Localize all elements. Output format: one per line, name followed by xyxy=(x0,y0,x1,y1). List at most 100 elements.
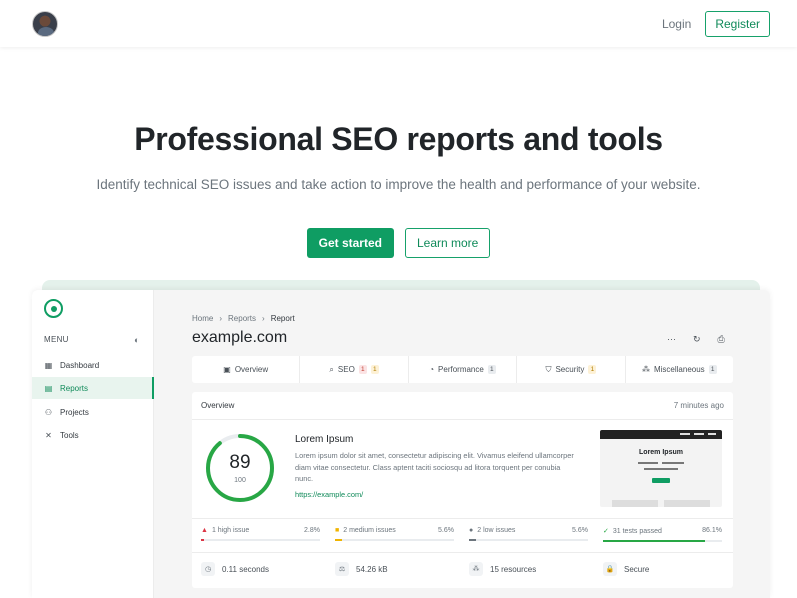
learn-more-button[interactable]: Learn more xyxy=(404,228,491,258)
sidebar: MENU ◐ ▦ Dashboard ▤ Reports ⚇ Projects … xyxy=(32,290,154,598)
tab-overview[interactable]: ▣ Overview xyxy=(192,356,301,383)
stat-high-issues[interactable]: ▲ 1 high issue 2.8% xyxy=(201,527,320,541)
score-value: 89 xyxy=(229,452,251,473)
stat-low-issues[interactable]: ● 2 low issues 5.6% xyxy=(469,527,588,541)
menu-title: MENU xyxy=(44,335,69,344)
stat-bar-fill xyxy=(469,539,476,541)
check-icon: ✓ xyxy=(603,528,609,535)
issue-badge: 1 xyxy=(588,365,597,374)
breadcrumb-home[interactable]: Home xyxy=(192,314,213,323)
lock-icon: 🔒 xyxy=(603,562,617,576)
sidebar-item-reports[interactable]: ▤ Reports xyxy=(32,377,154,399)
card-timestamp: 7 minutes ago xyxy=(673,401,724,410)
score-gauge: 89 100 xyxy=(204,432,276,504)
stat-bar-fill xyxy=(201,539,205,541)
issue-badge: 1 xyxy=(370,365,379,374)
top-navbar: Login Register xyxy=(0,0,797,47)
page-title: example.com xyxy=(192,329,288,346)
metric-load-time: ◷ 0.11 seconds xyxy=(201,562,269,576)
divider xyxy=(192,552,733,553)
sidebar-item-label: Tools xyxy=(60,430,79,440)
issue-badge: 1 xyxy=(708,365,717,374)
site-description: Lorem ipsum dolor sit amet, consectetur … xyxy=(295,451,574,483)
grid-icon: ▦ xyxy=(44,360,53,370)
tab-label: Performance xyxy=(438,365,484,374)
sidebar-item-label: Reports xyxy=(60,383,89,393)
site-thumbnail[interactable]: Lorem Ipsum xyxy=(600,430,722,507)
app-preview: MENU ◐ ▦ Dashboard ▤ Reports ⚇ Projects … xyxy=(32,290,770,598)
sidebar-item-projects[interactable]: ⚇ Projects xyxy=(32,401,154,423)
print-icon[interactable]: ⎙ xyxy=(718,334,725,345)
stat-label: 1 high issue xyxy=(211,527,250,534)
stat-tests-passed[interactable]: ✓ 31 tests passed 86.1% xyxy=(603,527,722,542)
stat-percent: 86.1% xyxy=(702,527,722,534)
gauge-icon: ◔ xyxy=(429,365,435,374)
tab-label: Security xyxy=(555,365,585,374)
metric-label: 0.11 seconds xyxy=(222,564,269,574)
weight-icon: ⚖ xyxy=(335,562,349,576)
thumbnail-navbar xyxy=(600,430,722,439)
report-tabs: ▣ Overview ⌕ SEO 1 1 ◔ Performance 1 ⛉ S… xyxy=(192,356,733,383)
resources-icon: ⁂ xyxy=(469,562,483,576)
misc-icon: ⁂ xyxy=(641,365,650,374)
chevron-right-icon: › xyxy=(219,314,223,323)
metric-label: 54.26 kB xyxy=(356,564,388,574)
thumbnail-title: Lorem Ipsum xyxy=(639,449,683,456)
breadcrumb: Home › Reports › Report xyxy=(192,314,295,323)
report-actions: ··· ↻ ⎙ xyxy=(667,334,725,345)
report-icon: ▤ xyxy=(44,383,53,393)
shield-icon: ⛉ xyxy=(545,364,552,374)
metric-security: 🔒 Secure xyxy=(603,562,649,576)
tools-icon: ✕ xyxy=(45,430,52,440)
stat-bar xyxy=(335,539,454,541)
metric-page-size: ⚖ 54.26 kB xyxy=(335,562,388,576)
stat-bar xyxy=(201,539,320,541)
logo-icon[interactable] xyxy=(44,299,63,318)
hero-title: Professional SEO reports and tools xyxy=(134,121,663,157)
thumbnail-button xyxy=(652,478,670,483)
login-link[interactable]: Login xyxy=(662,17,691,31)
sidebar-item-tools[interactable]: ✕ Tools xyxy=(32,424,154,446)
register-button[interactable]: Register xyxy=(705,10,770,37)
divider xyxy=(192,518,733,519)
card-header: Overview xyxy=(201,401,235,410)
stat-bar-fill xyxy=(603,540,706,542)
stat-label: 2 low issues xyxy=(477,527,516,534)
issue-badge: 1 xyxy=(487,365,496,374)
metric-label: 15 resources xyxy=(490,564,537,574)
hero-subtitle: Identify technical SEO issues and take a… xyxy=(96,177,701,192)
site-url-link[interactable]: https://example.com/ xyxy=(295,490,363,499)
stat-percent: 2.8% xyxy=(304,527,320,534)
breadcrumb-reports[interactable]: Reports xyxy=(228,314,256,323)
stat-medium-issues[interactable]: ■ 2 medium issues 5.6% xyxy=(335,527,454,541)
clock-icon: ◷ xyxy=(201,562,215,576)
score-max: 100 xyxy=(234,477,246,484)
metric-resources: ⁂ 15 resources xyxy=(469,562,536,576)
stat-bar-fill xyxy=(335,539,342,541)
projects-icon: ⚇ xyxy=(44,407,53,417)
sidebar-item-dashboard[interactable]: ▦ Dashboard xyxy=(32,354,154,376)
tab-miscellaneous[interactable]: ⁂ Miscellaneous 1 xyxy=(626,356,733,383)
sidebar-item-label: Dashboard xyxy=(60,360,100,370)
tab-label: Miscellaneous xyxy=(653,365,705,374)
metric-label: Secure xyxy=(624,564,650,574)
tab-seo[interactable]: ⌕ SEO 1 1 xyxy=(300,356,409,383)
tab-label: SEO xyxy=(337,365,355,374)
stat-label: 2 medium issues xyxy=(343,527,396,534)
overview-card: Overview 7 minutes ago 89 100 Lorem Ipsu… xyxy=(192,392,733,588)
get-started-button[interactable]: Get started xyxy=(306,228,394,258)
theme-toggle-icon[interactable]: ◐ xyxy=(134,335,139,345)
tab-performance[interactable]: ◔ Performance 1 xyxy=(409,356,518,383)
tab-security[interactable]: ⛉ Security 1 xyxy=(517,356,626,383)
circle-icon: ● xyxy=(469,527,474,534)
avatar[interactable] xyxy=(32,10,58,37)
refresh-icon[interactable]: ↻ xyxy=(693,334,701,345)
sidebar-item-label: Projects xyxy=(60,407,89,417)
tab-label: Overview xyxy=(234,365,269,374)
stat-percent: 5.6% xyxy=(438,527,454,534)
more-icon[interactable]: ··· xyxy=(667,334,676,345)
stat-bar xyxy=(469,539,588,541)
stat-bar xyxy=(603,540,722,542)
square-icon: ■ xyxy=(335,527,340,534)
stat-percent: 5.6% xyxy=(572,527,588,534)
